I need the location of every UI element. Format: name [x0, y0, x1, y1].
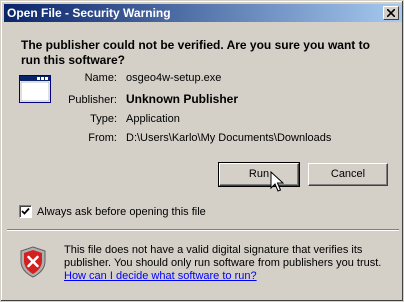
always-ask-checkbox[interactable] — [19, 205, 32, 218]
from-value: D:\Users\Karlo\My Documents\Downloads — [126, 132, 332, 144]
name-value: osgeo4w-setup.exe — [126, 72, 222, 84]
application-window-icon — [19, 75, 51, 103]
publisher-value: Unknown Publisher — [126, 92, 239, 106]
security-warning-dialog: Open File - Security Warning The publish… — [0, 0, 404, 302]
type-label: Type: — [90, 113, 117, 125]
always-ask-label[interactable]: Always ask before opening this file — [37, 206, 206, 218]
run-button[interactable]: Run — [218, 162, 300, 187]
mouse-pointer-icon — [270, 171, 284, 192]
divider-highlight — [7, 230, 399, 231]
checkmark-icon — [21, 207, 30, 215]
warning-message: This file does not have a valid digital … — [64, 244, 382, 269]
from-label: From: — [88, 132, 117, 144]
close-icon — [387, 9, 395, 17]
cancel-button[interactable]: Cancel — [308, 163, 388, 186]
window-title: Open File - Security Warning — [7, 6, 171, 20]
publisher-label: Publisher: — [68, 94, 117, 106]
help-link[interactable]: How can I decide what software to run? — [64, 270, 257, 282]
title-bar[interactable]: Open File - Security Warning — [4, 4, 402, 22]
type-value: Application — [126, 113, 180, 125]
security-shield-icon — [20, 246, 46, 278]
name-label: Name: — [84, 72, 117, 84]
close-button[interactable] — [383, 6, 399, 20]
warning-heading: The publisher could not be verified. Are… — [21, 38, 370, 67]
